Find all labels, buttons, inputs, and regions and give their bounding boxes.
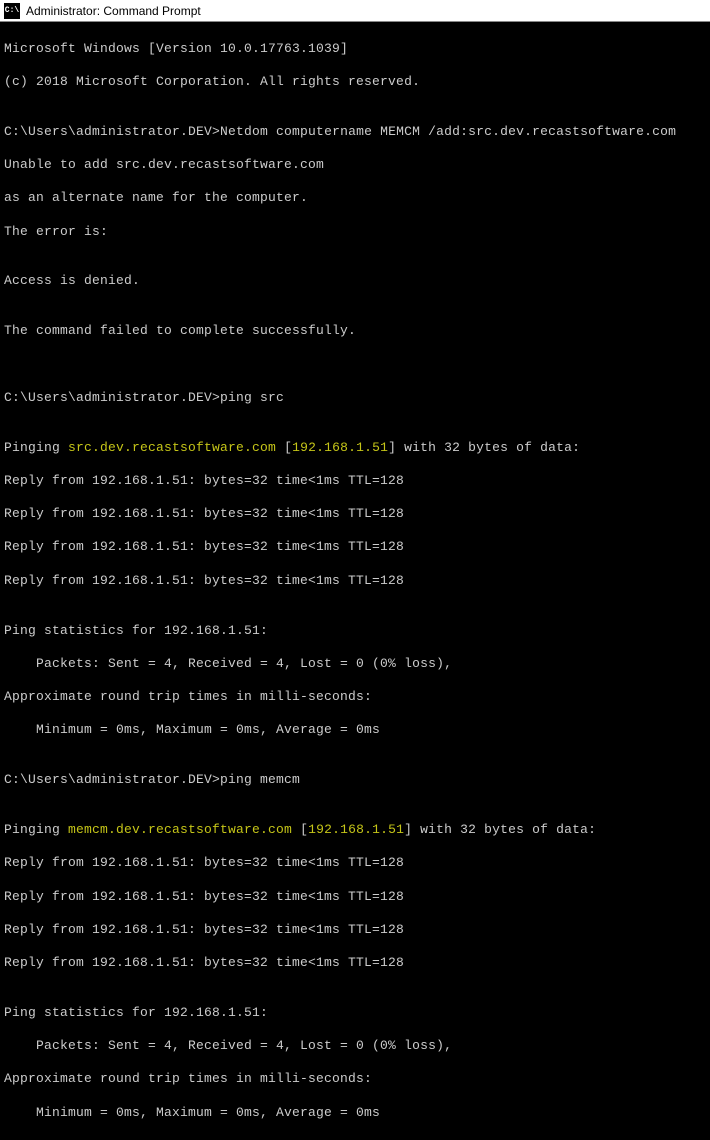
- output-line: as an alternate name for the computer.: [4, 190, 706, 207]
- output-line: Ping statistics for 192.168.1.51:: [4, 1005, 706, 1022]
- resolved-host: memcm.dev.recastsoftware.com: [68, 822, 292, 837]
- output-line: Reply from 192.168.1.51: bytes=32 time<1…: [4, 922, 706, 939]
- output-line: Pinging src.dev.recastsoftware.com [192.…: [4, 440, 706, 457]
- prompt: C:\Users\administrator.DEV>: [4, 390, 220, 405]
- command-text: ping src: [220, 390, 284, 405]
- output-line: Ping statistics for 192.168.1.51:: [4, 623, 706, 640]
- prompt-line: C:\Users\administrator.DEV>ping src: [4, 390, 706, 407]
- prompt-line: C:\Users\administrator.DEV>Netdom comput…: [4, 124, 706, 141]
- output-line: Approximate round trip times in milli-se…: [4, 689, 706, 706]
- output-line: The command failed to complete successfu…: [4, 323, 706, 340]
- prompt: C:\Users\administrator.DEV>: [4, 772, 220, 787]
- text: Pinging: [4, 440, 68, 455]
- output-line: Pinging memcm.dev.recastsoftware.com [19…: [4, 822, 706, 839]
- text: ] with 32 bytes of data:: [404, 822, 596, 837]
- output-line: Reply from 192.168.1.51: bytes=32 time<1…: [4, 506, 706, 523]
- cmd-icon: C:\: [4, 3, 20, 19]
- text: [: [276, 440, 292, 455]
- output-line: (c) 2018 Microsoft Corporation. All righ…: [4, 74, 706, 91]
- terminal-output[interactable]: Microsoft Windows [Version 10.0.17763.10…: [0, 22, 710, 1140]
- text: Pinging: [4, 822, 68, 837]
- prompt-line: C:\Users\administrator.DEV>ping memcm: [4, 772, 706, 789]
- output-line: Unable to add src.dev.recastsoftware.com: [4, 157, 706, 174]
- text: [: [292, 822, 308, 837]
- output-line: Reply from 192.168.1.51: bytes=32 time<1…: [4, 855, 706, 872]
- text: ] with 32 bytes of data:: [388, 440, 580, 455]
- output-line: Access is denied.: [4, 273, 706, 290]
- resolved-ip: 192.168.1.51: [308, 822, 404, 837]
- command-text: ping memcm: [220, 772, 300, 787]
- output-line: Reply from 192.168.1.51: bytes=32 time<1…: [4, 573, 706, 590]
- window-title: Administrator: Command Prompt: [26, 4, 201, 18]
- output-line: Microsoft Windows [Version 10.0.17763.10…: [4, 41, 706, 58]
- output-line: Minimum = 0ms, Maximum = 0ms, Average = …: [4, 722, 706, 739]
- output-line: Packets: Sent = 4, Received = 4, Lost = …: [4, 656, 706, 673]
- resolved-ip: 192.168.1.51: [292, 440, 388, 455]
- command-text: Netdom computername MEMCM /add:src.dev.r…: [220, 124, 676, 139]
- resolved-host: src.dev.recastsoftware.com: [68, 440, 276, 455]
- output-line: Minimum = 0ms, Maximum = 0ms, Average = …: [4, 1105, 706, 1122]
- output-line: Reply from 192.168.1.51: bytes=32 time<1…: [4, 889, 706, 906]
- output-line: Approximate round trip times in milli-se…: [4, 1071, 706, 1088]
- output-line: The error is:: [4, 224, 706, 241]
- output-line: Reply from 192.168.1.51: bytes=32 time<1…: [4, 539, 706, 556]
- output-line: Reply from 192.168.1.51: bytes=32 time<1…: [4, 473, 706, 490]
- window-titlebar[interactable]: C:\ Administrator: Command Prompt: [0, 0, 710, 22]
- prompt: C:\Users\administrator.DEV>: [4, 124, 220, 139]
- output-line: Reply from 192.168.1.51: bytes=32 time<1…: [4, 955, 706, 972]
- output-line: Packets: Sent = 4, Received = 4, Lost = …: [4, 1038, 706, 1055]
